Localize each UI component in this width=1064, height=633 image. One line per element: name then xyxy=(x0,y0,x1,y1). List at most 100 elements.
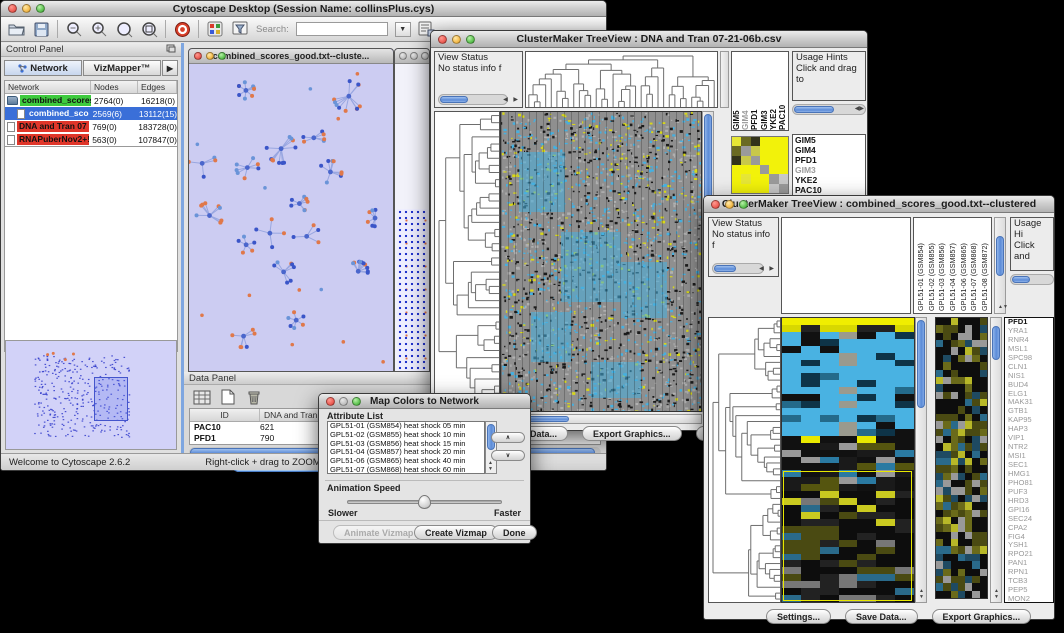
tv2-zoom-cell xyxy=(958,510,965,517)
tv2-heat-cell xyxy=(895,554,914,561)
tv2-zoom-cell xyxy=(980,576,987,583)
attribute-select-icon[interactable] xyxy=(192,388,212,406)
network-row[interactable]: DNA and Tran 07769(0)183728(0) xyxy=(5,120,177,133)
zoom-out-icon[interactable] xyxy=(65,21,83,38)
attribute-item[interactable]: GPL51-07 (GSM868) heat shock 60 min xyxy=(328,466,484,474)
zoom-selected-icon[interactable] xyxy=(115,21,133,38)
open-folder-icon[interactable] xyxy=(7,21,25,38)
file-icon xyxy=(7,135,15,145)
dialog-titlebar[interactable]: Map Colors to Network xyxy=(319,394,530,409)
filter-icon[interactable] xyxy=(231,21,249,38)
new-attribute-icon[interactable] xyxy=(218,388,238,406)
dialog-close-button[interactable] xyxy=(326,397,335,406)
network-row[interactable]: combined_scores2764(0)16218(0) xyxy=(5,94,177,107)
save-icon[interactable] xyxy=(32,21,50,38)
tab-vizmapper[interactable]: VizMapper™ xyxy=(83,60,161,76)
frame-zoom-button[interactable] xyxy=(218,52,226,60)
tv1-hints-scrollbar[interactable]: ◀▶ xyxy=(792,104,866,115)
frame2-zoom-button[interactable] xyxy=(421,52,429,60)
delete-attribute-icon[interactable] xyxy=(244,388,264,406)
frame2-minimize-button[interactable] xyxy=(410,52,418,60)
treeview1-titlebar[interactable]: ClusterMaker TreeView : DNA and Tran 07-… xyxy=(431,31,867,48)
search-input[interactable] xyxy=(296,22,388,36)
tv2-status-scrollbar[interactable] xyxy=(712,263,764,274)
tv2-zoom-button[interactable] xyxy=(739,200,748,209)
move-up-button[interactable]: ∧ xyxy=(491,432,525,443)
background-network-frame[interactable] xyxy=(394,48,430,372)
tv2-zoom-cell xyxy=(958,325,965,332)
birdseye-view[interactable] xyxy=(5,340,177,450)
animation-speed-slider[interactable] xyxy=(347,500,502,504)
tv2-gene-list[interactable]: PFD1YRA1RNR4MSL1SPC98CLN1NIS1BUD4ELG1MAK… xyxy=(1004,317,1054,603)
tv2-gene-scrollbar[interactable]: ▲▼ xyxy=(990,317,1002,603)
tv2-export-graphics-button[interactable]: Export Graphics... xyxy=(932,609,1032,624)
tv2-zoom-panel[interactable] xyxy=(935,317,988,599)
done-button[interactable]: Done xyxy=(492,525,537,540)
dialog-minimize-button[interactable] xyxy=(339,397,348,406)
tv1-column-dendrogram[interactable] xyxy=(525,51,718,108)
float-panel-icon[interactable] xyxy=(166,44,176,56)
move-down-button[interactable]: ∨ xyxy=(491,450,525,461)
zoom-button[interactable] xyxy=(36,4,45,13)
frame-minimize-button[interactable] xyxy=(206,52,214,60)
tv2-zoom-cell xyxy=(980,451,987,458)
close-button[interactable] xyxy=(8,4,17,13)
tv2-minimize-button[interactable] xyxy=(725,200,734,209)
animate-vizmap-button[interactable]: Animate Vizmap xyxy=(333,525,424,540)
dialog-zoom-button[interactable] xyxy=(352,397,361,406)
tv2-zoom-cell xyxy=(980,502,987,509)
tv2-heat-cell xyxy=(895,429,914,436)
main-titlebar[interactable]: Cytoscape Desktop (Session Name: collins… xyxy=(1,1,606,17)
tv1-col-scrollbar[interactable] xyxy=(720,51,729,108)
tv2-heatmap[interactable] xyxy=(781,317,915,603)
frame-close-button[interactable] xyxy=(194,52,202,60)
tab-network[interactable]: Network xyxy=(4,60,82,76)
tab-overflow-button[interactable]: ▶ xyxy=(162,60,178,76)
network-table-header[interactable]: Network Nodes Edges xyxy=(5,81,177,94)
network-canvas[interactable] xyxy=(189,64,393,371)
tv2-status-scroll-arrows[interactable]: ◀ ▶ xyxy=(759,266,776,273)
attribute-list-scrollbar[interactable]: ▲▼ xyxy=(485,421,497,474)
tv2-close-button[interactable] xyxy=(711,200,720,209)
minimize-button[interactable] xyxy=(22,4,31,13)
tv2-collabel-scrollbar[interactable]: ▲▼ xyxy=(994,217,1006,314)
tv2-row-dendrogram[interactable] xyxy=(708,317,781,603)
matrix-cell xyxy=(732,184,741,193)
tv1-close-button[interactable] xyxy=(438,35,447,44)
tv1-row-dendrogram[interactable] xyxy=(434,111,500,412)
tv1-similarity-matrix[interactable] xyxy=(731,136,789,194)
tv2-zoom-cell xyxy=(965,414,972,421)
tv2-hints-scrollbar[interactable] xyxy=(1010,274,1054,285)
tv2-save-data-button[interactable]: Save Data... xyxy=(845,609,918,624)
birdseye-viewport-rect[interactable] xyxy=(94,377,128,421)
vizmapper-icon[interactable] xyxy=(206,21,224,38)
matrix-cell xyxy=(769,174,778,183)
tv1-heatmap[interactable] xyxy=(500,111,702,412)
tv1-zoom-button[interactable] xyxy=(466,35,475,44)
zoom-in-icon[interactable] xyxy=(90,21,108,38)
attribute-list[interactable]: GPL51-01 (GSM854) heat shock 05 minGPL51… xyxy=(327,421,485,474)
tv1-minimize-button[interactable] xyxy=(452,35,461,44)
network-view-titlebar[interactable]: combined_scores_good.txt--cluste... xyxy=(189,49,393,64)
tv2-heat-cell xyxy=(820,450,839,457)
tv2-settings-button[interactable]: Settings... xyxy=(766,609,831,624)
tv2-heat-cell xyxy=(839,567,858,574)
tv1-status-scrollbar[interactable] xyxy=(438,94,508,105)
tv2-zoom-cell xyxy=(943,318,950,325)
tv1-status-scroll-arrows[interactable]: ◀ ▶ xyxy=(503,97,520,104)
create-vizmap-button[interactable]: Create Vizmap xyxy=(414,525,498,540)
slider-thumb[interactable] xyxy=(418,495,431,509)
help-lifering-icon[interactable] xyxy=(173,21,191,38)
tv1-export-graphics-button[interactable]: Export Graphics... xyxy=(582,426,682,441)
network-row[interactable]: RNAPuberNov2+!563(0)107847(0) xyxy=(5,133,177,146)
tv2-heatmap-vscrollbar[interactable]: ▲▼ xyxy=(915,317,927,603)
tv2-zoom-cell xyxy=(958,539,965,546)
tv2-column-tree-area[interactable] xyxy=(781,217,911,314)
frame2-close-button[interactable] xyxy=(399,52,407,60)
tv2-zoom-cell xyxy=(980,487,987,494)
search-dropdown-button[interactable]: ▼ xyxy=(395,22,411,37)
tv2-heat-cell xyxy=(895,415,914,422)
network-row[interactable]: combined_sco2569(6)13112(15) xyxy=(5,107,177,120)
zoom-fit-icon[interactable] xyxy=(140,21,158,38)
treeview2-titlebar[interactable]: ClusterMaker TreeView : combined_scores_… xyxy=(704,196,1054,213)
